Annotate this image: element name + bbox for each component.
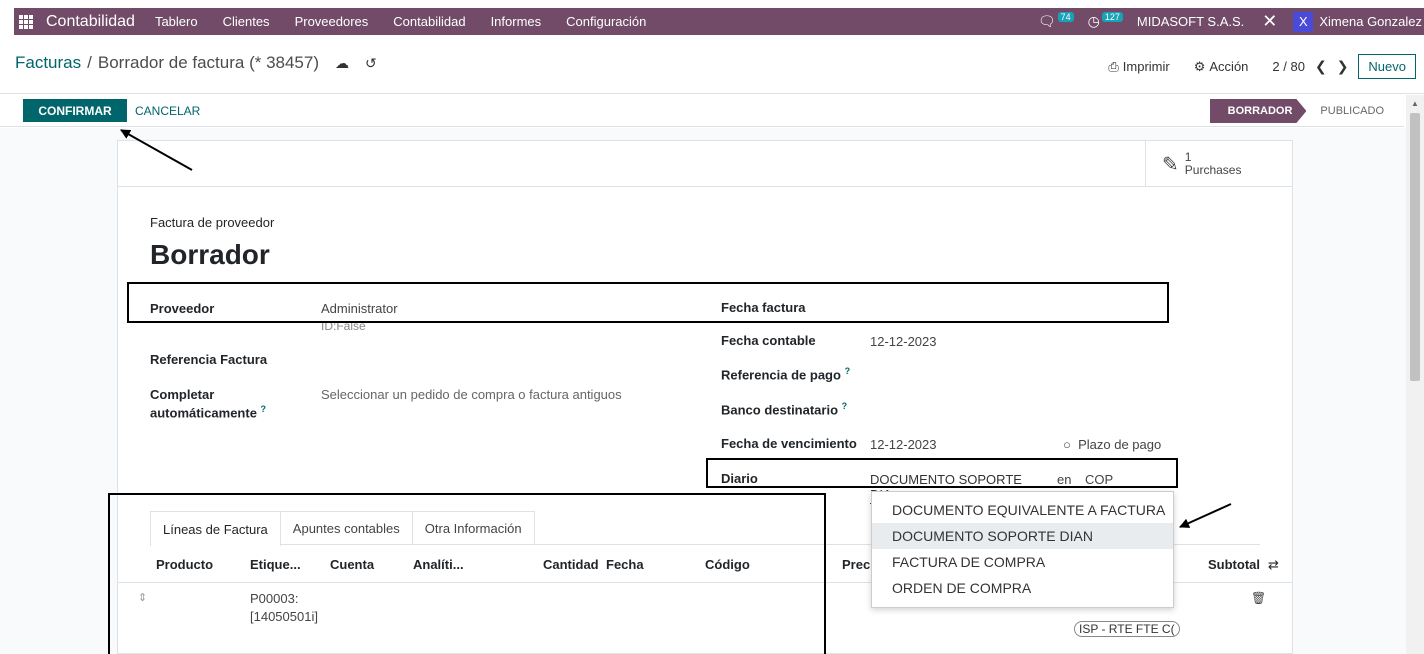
discard-icon[interactable]: ↺ [365, 55, 377, 72]
vencimiento-label: Fecha de vencimiento [721, 436, 857, 451]
annotation-box-proveedor [127, 282, 1169, 323]
optional-columns-icon[interactable]: ⇄ [1268, 557, 1279, 573]
pager-value[interactable]: 2 / 80 [1272, 59, 1305, 74]
purchases-smart-button[interactable]: ✎ 1 Purchases [1145, 141, 1293, 187]
autocomplete-label-1: Completar [150, 387, 215, 402]
edit-icon: ✎ [1162, 153, 1179, 176]
document-type-label: Factura de proveedor [150, 215, 275, 230]
print-label: Imprimir [1122, 59, 1170, 74]
activities-button[interactable]: ◷ 127 [1087, 11, 1123, 30]
action-label: Acción [1209, 59, 1249, 74]
annotation-box-diario [706, 458, 1178, 488]
navbar-bar: Contabilidad Tablero Clientes Proveedore… [14, 8, 1424, 35]
help-icon[interactable]: ? [842, 401, 848, 411]
page-title: Borrador [150, 239, 270, 270]
pager-next-icon[interactable]: ❯ [1337, 58, 1349, 75]
trash-icon[interactable]: 🗑 [1251, 591, 1266, 605]
gear-icon: ⚙ [1193, 58, 1206, 74]
tax-tag[interactable]: ISP - RTE FTE C( [1074, 621, 1180, 637]
status-stages: BORRADOR PUBLICADO [1210, 99, 1394, 123]
stage-posted[interactable]: PUBLICADO [1306, 99, 1394, 123]
breadcrumb-current: Borrador de factura (* 38457) [97, 53, 319, 72]
apps-menu-icon[interactable] [14, 8, 38, 35]
dropdown-option-orden-compra[interactable]: ORDEN DE COMPRA [872, 575, 1173, 601]
breadcrumb-separator: / [87, 53, 92, 72]
avatar: X [1293, 11, 1314, 32]
fecha-contable-field[interactable]: 12-12-2023 [870, 334, 937, 349]
print-button[interactable]: ⎙ Imprimir [1108, 59, 1169, 75]
app-name[interactable]: Contabilidad [46, 13, 135, 31]
fecha-contable-label: Fecha contable [721, 333, 816, 348]
dropdown-option-factura-compra[interactable]: FACTURA DE COMPRA [872, 549, 1173, 575]
new-button[interactable]: Nuevo [1358, 54, 1416, 79]
dropdown-option-documento-equivalente[interactable]: DOCUMENTO EQUIVALENTE A FACTURA [872, 497, 1173, 523]
scrollbar[interactable]: ▲ [1406, 95, 1424, 654]
action-button[interactable]: ⚙ Acción [1194, 59, 1249, 75]
dropdown-option-documento-soporte[interactable]: DOCUMENTO SOPORTE DIAN [872, 523, 1173, 549]
company-switcher[interactable]: MIDASOFT S.A.S. [1137, 14, 1244, 29]
banco-text: Banco destinatario [721, 402, 839, 418]
messages-count-badge: 74 [1057, 11, 1074, 22]
breadcrumb: Facturas / Borrador de factura (* 38457)… [15, 53, 377, 73]
referencia-pago-label: Referencia de pago ? [721, 366, 850, 382]
chat-icon: 🗨 [1037, 13, 1056, 29]
autocomplete-label: automáticamente ? [150, 404, 266, 420]
messages-button[interactable]: 🗨 74 [1037, 11, 1074, 30]
diario-dropdown: DOCUMENTO EQUIVALENTE A FACTURA DOCUMENT… [871, 491, 1174, 608]
clock-icon: ◷ [1087, 13, 1100, 29]
print-icon: ⎙ [1108, 58, 1119, 74]
activities-count-badge: 127 [1101, 11, 1123, 22]
button-box: ✎ 1 Purchases [118, 141, 1292, 187]
pager-previous-icon[interactable]: ❮ [1315, 58, 1327, 75]
cancel-button[interactable]: CANCELAR [135, 99, 200, 122]
user-menu[interactable]: X Ximena Gonzalez [1293, 11, 1424, 32]
plazo-pago-field[interactable]: ○ Plazo de pago [1063, 437, 1161, 452]
col-precio[interactable]: Preci [842, 557, 874, 572]
confirm-button[interactable]: CONFIRMAR [23, 99, 127, 122]
scroll-up-icon[interactable]: ▲ [1411, 99, 1419, 108]
menu-proveedores[interactable]: Proveedores [295, 14, 369, 29]
menu-tablero[interactable]: Tablero [155, 14, 198, 29]
radio-icon: ○ [1063, 437, 1079, 452]
referencia-pago-text: Referencia de pago [721, 367, 841, 383]
help-icon[interactable]: ? [845, 366, 851, 376]
menu-contabilidad[interactable]: Contabilidad [393, 14, 465, 29]
purchases-label: Purchases [1184, 163, 1242, 177]
autocomplete-label-2: automáticamente [150, 405, 257, 421]
top-navbar: Contabilidad Tablero Clientes Proveedore… [0, 0, 1424, 46]
col-subtotal[interactable]: Subtotal [1208, 557, 1260, 572]
control-panel: Facturas / Borrador de factura (* 38457)… [0, 46, 1424, 94]
menu-clientes[interactable]: Clientes [223, 14, 270, 29]
scrollbar-thumb[interactable] [1410, 113, 1420, 381]
stage-draft[interactable]: BORRADOR [1210, 99, 1307, 123]
menu-informes[interactable]: Informes [491, 14, 542, 29]
banco-label: Banco destinatario ? [721, 401, 847, 417]
menu-configuracion[interactable]: Configuración [566, 14, 646, 29]
save-cloud-icon[interactable]: ☁ [335, 55, 349, 72]
user-name: Ximena Gonzalez [1319, 14, 1422, 29]
status-bar: CONFIRMAR CANCELAR BORRADOR PUBLICADO [0, 95, 1404, 127]
referencia-factura-label: Referencia Factura [150, 352, 268, 367]
help-icon[interactable]: ? [261, 404, 267, 414]
tools-icon[interactable]: ✕ [1262, 11, 1277, 32]
autocomplete-field[interactable]: Seleccionar un pedido de compra o factur… [321, 387, 622, 402]
plazo-pago-label: Plazo de pago [1078, 437, 1162, 452]
vencimiento-field[interactable]: 12-12-2023 [870, 437, 937, 452]
breadcrumb-parent[interactable]: Facturas [15, 53, 81, 73]
annotation-box-lines [108, 493, 826, 654]
